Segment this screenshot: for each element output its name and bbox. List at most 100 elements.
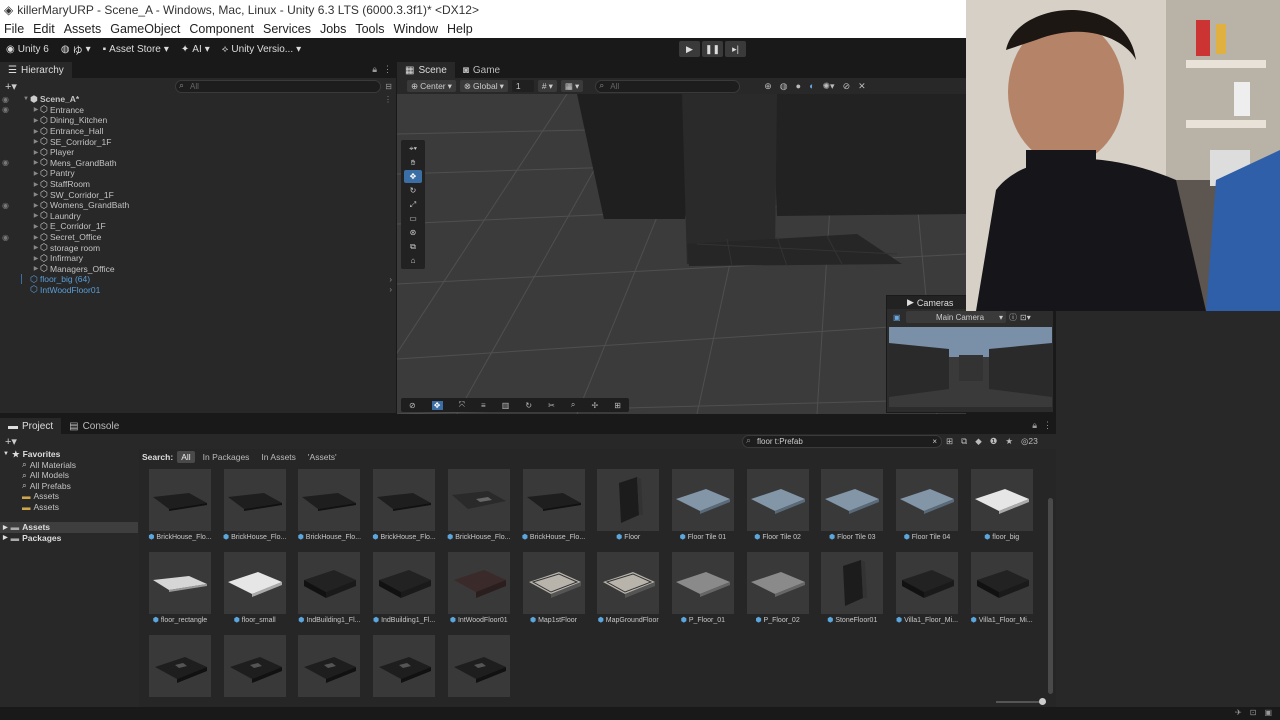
rect-tool-icon[interactable]: ▭ xyxy=(404,212,422,225)
move-overlay-icon[interactable]: ✥ xyxy=(431,400,443,410)
asset-item[interactable]: ⬢ Floor Tile 04 xyxy=(895,469,959,544)
eye-icon[interactable]: ◉ xyxy=(2,233,9,242)
progress-icon[interactable]: ✈ xyxy=(1235,708,1242,717)
asset-item[interactable] xyxy=(223,635,287,710)
expand-arrow-icon[interactable]: ▶ xyxy=(32,159,40,166)
hierarchy-row[interactable]: ▶ ⬡ Player xyxy=(0,147,396,158)
account-dropdown[interactable]: ◍ ゆ ▾ xyxy=(55,38,97,60)
favorite-assets-2[interactable]: ▬ Assets xyxy=(0,502,138,513)
shading-lit-icon[interactable]: ◐ xyxy=(809,81,814,92)
orbit-icon[interactable]: ⊘ xyxy=(409,401,416,410)
move-tool-icon[interactable]: ✥ xyxy=(404,170,422,183)
expand-arrow-icon[interactable]: ▶ xyxy=(32,106,40,113)
asset-scrollbar[interactable] xyxy=(1048,498,1053,694)
lock-icon[interactable]: 🔒︎ xyxy=(1032,420,1037,431)
asset-item[interactable]: ⬢ floor_small xyxy=(223,552,287,627)
asset-item[interactable]: ⬢ Floor Tile 02 xyxy=(746,469,810,544)
expand-arrow-icon[interactable]: ▶ xyxy=(32,223,40,230)
grid-size-input[interactable]: 1 xyxy=(511,80,534,92)
menu-gameobject[interactable]: GameObject xyxy=(110,22,180,36)
frame-overlay-icon[interactable]: ⊞ xyxy=(614,401,621,410)
asset-item[interactable]: ⬢ MapGroundFloor xyxy=(596,552,660,627)
custom-tool-icon[interactable]: ⧉ xyxy=(404,240,422,253)
tab-scene[interactable]: ▦ Scene xyxy=(397,62,455,78)
add-icon[interactable]: +▾ xyxy=(5,80,17,93)
step-button[interactable]: ▸| xyxy=(725,41,746,57)
asset-item[interactable]: ⬢ BrickHouse_Flo... xyxy=(223,469,287,544)
tools-icon[interactable]: ✕ xyxy=(858,81,866,92)
expand-arrow-icon[interactable]: ▼ xyxy=(22,96,30,102)
asset-item[interactable]: ⬢ BrickHouse_Flo... xyxy=(148,469,212,544)
expand-arrow-icon[interactable]: ▶ xyxy=(32,170,40,177)
menu-file[interactable]: File xyxy=(4,22,24,36)
fit-icon[interactable]: ⊡▾ xyxy=(1020,313,1031,322)
favorite-all-models[interactable]: ⌕ All Models xyxy=(0,470,138,481)
tab-game[interactable]: ◙ Game xyxy=(455,62,508,78)
eye-icon[interactable]: ◉ xyxy=(2,158,9,167)
folder-assets[interactable]: ▶ ▬ Assets xyxy=(0,522,138,533)
camera-select[interactable]: Main Camera ▾ xyxy=(906,311,1006,323)
expand-arrow-icon[interactable]: ▶ xyxy=(32,138,40,145)
filter-icon[interactable]: ⊟ xyxy=(385,82,392,91)
play-button[interactable]: ▶ xyxy=(679,41,700,57)
hierarchy-row[interactable]: ▶ ⬡ Infirmary xyxy=(0,253,396,264)
more-icon[interactable]: ⋮ xyxy=(383,64,392,75)
asset-item[interactable]: ⬢ Floor Tile 03 xyxy=(820,469,884,544)
hierarchy-row[interactable]: ◉ ▶ ⬡ Entrance xyxy=(0,104,396,116)
asset-item[interactable] xyxy=(297,635,361,710)
asset-item[interactable]: ⬢ BrickHouse_Flo... xyxy=(372,469,436,544)
expand-arrow-icon[interactable]: ▶ xyxy=(32,128,40,135)
scope-assets-folder[interactable]: 'Assets' xyxy=(304,451,341,463)
hierarchy-search-input[interactable]: All xyxy=(175,79,381,93)
asset-item[interactable]: ⬢ IndBuilding1_Fl... xyxy=(297,552,361,627)
more-icon[interactable]: ⋮ xyxy=(384,95,392,104)
visibility-icon[interactable]: ◎23 xyxy=(1021,436,1038,447)
asset-item[interactable] xyxy=(148,635,212,710)
shading-solid-icon[interactable]: ● xyxy=(796,81,801,92)
menu-jobs[interactable]: Jobs xyxy=(320,22,346,36)
clear-search-icon[interactable]: × xyxy=(932,437,937,446)
favorite-assets-1[interactable]: ▬ Assets xyxy=(0,491,138,502)
hierarchy-row[interactable]: ◉ ▶ ⬡ Womens_GrandBath xyxy=(0,200,396,211)
expand-arrow-icon[interactable]: ▶ xyxy=(32,191,40,198)
lock-icon[interactable]: 🔒︎ xyxy=(372,64,377,75)
hierarchy-row[interactable]: ▶ ⬡ Managers_Office xyxy=(0,263,396,275)
tab-hierarchy[interactable]: ☰ Hierarchy xyxy=(0,62,72,78)
asset-item[interactable]: ⬢ floor_big xyxy=(970,469,1034,544)
menu-services[interactable]: Services xyxy=(263,22,311,36)
pause-button[interactable]: ❚❚ xyxy=(702,41,723,57)
grid-snap-dropdown[interactable]: # ▾ xyxy=(537,80,557,92)
scene-viewport[interactable]: ⌖▾ ✋︎ ✥ ↻ ⤢ ▭ ⊛ ⧉ ⌂ ⊘ ✥ ⤧ ≡ ▥ ↻ ✂ ⌕ ✢ ⊞ xyxy=(397,94,966,414)
scope-all[interactable]: All xyxy=(177,451,195,463)
expand-arrow-icon[interactable]: ▶ xyxy=(32,202,40,209)
tab-console[interactable]: ▤ Console xyxy=(61,418,127,434)
favorite-all-materials[interactable]: ⌕ All Materials xyxy=(0,459,138,471)
hierarchy-row[interactable]: ▶ ⬡ Laundry xyxy=(0,210,396,222)
menu-window[interactable]: Window xyxy=(394,22,438,36)
type-filter-icon[interactable]: ⧉ xyxy=(961,436,967,447)
expand-arrow-icon[interactable]: ▶ xyxy=(32,117,40,124)
favorites-header[interactable]: ▼ ★ Favorites xyxy=(0,449,138,460)
hierarchy-row-floor-big[interactable]: ⬡ floor_big (64) › xyxy=(0,274,396,285)
search-scene-icon[interactable]: ⊞ xyxy=(946,436,953,447)
eye-icon[interactable]: ◉ xyxy=(2,95,9,104)
gizmo-globe-icon[interactable]: ⊕ xyxy=(764,81,772,92)
label-filter-icon[interactable]: ◆ xyxy=(975,436,982,447)
extra-tool-icon[interactable]: ⌂ xyxy=(404,254,422,267)
slider-thumb[interactable] xyxy=(1039,698,1046,705)
menu-edit[interactable]: Edit xyxy=(33,22,55,36)
asset-store-dropdown[interactable]: ▪ Asset Store ▾ xyxy=(97,38,175,60)
refresh-overlay-icon[interactable]: ↻ xyxy=(525,401,532,410)
unity-version-button[interactable]: ◉ Unity 6 xyxy=(0,38,55,60)
hierarchy-row[interactable]: ▶ ⬡ SW_Corridor_1F xyxy=(0,189,396,200)
info-icon[interactable]: ❶ xyxy=(990,436,998,447)
create-icon[interactable]: +▾ xyxy=(5,435,17,448)
asset-item[interactable]: ⬢ StoneFloor01 xyxy=(820,552,884,627)
asset-item[interactable]: ⬢ floor_rectangle xyxy=(148,552,212,627)
favorite-star-icon[interactable]: ★ xyxy=(1005,436,1013,447)
hierarchy-row[interactable]: ▶ ⬡ SE_Corridor_1F xyxy=(0,136,396,147)
snap-dropdown[interactable]: ▦ ▾ xyxy=(560,80,584,92)
hierarchy-row[interactable]: ◉ ▶ ⬡ Secret_Office xyxy=(0,232,396,243)
asset-item[interactable]: ⬢ Villa1_Floor_Mi... xyxy=(895,552,959,627)
menu-assets[interactable]: Assets xyxy=(64,22,102,36)
